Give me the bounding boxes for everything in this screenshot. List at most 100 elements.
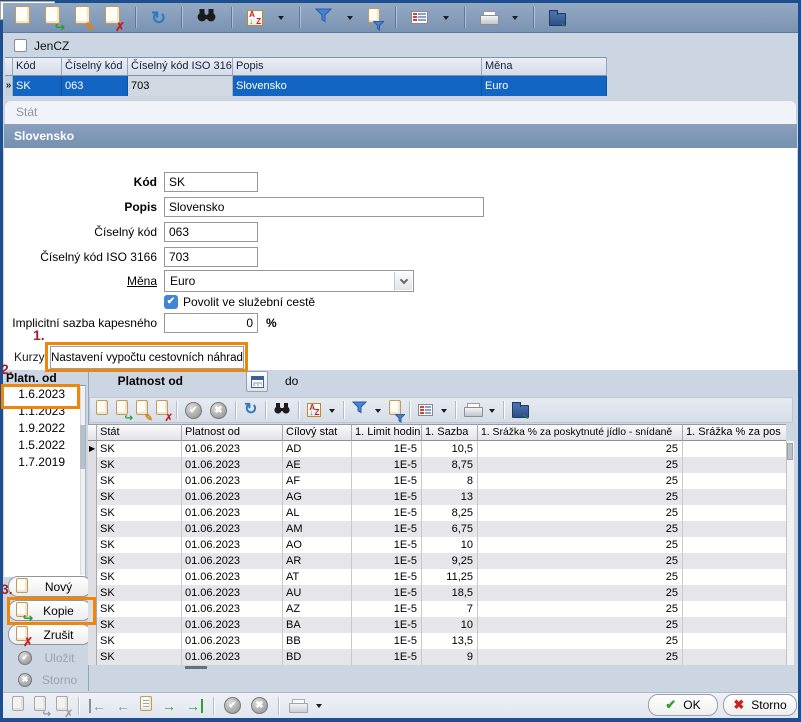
grid-row[interactable]: SK 01.06.2023 AT 1E-5 11,25 25 [88, 569, 786, 585]
ok-button[interactable]: ✔ OK [648, 694, 718, 716]
zrusit-button[interactable]: ✗ Zrušit [8, 624, 92, 645]
confirm-icon-disabled[interactable]: ✔ [224, 697, 241, 714]
column-header[interactable]: Číselný kód ISO 3166 [128, 57, 233, 76]
grid-row[interactable]: SK 01.06.2023 AR 1E-5 9,25 25 [88, 553, 786, 569]
grid-column-header[interactable]: 1. Limit hodin [352, 424, 422, 441]
sort-az-icon[interactable]: A↓Z [307, 403, 321, 417]
delete-icon[interactable]: ✗ [156, 400, 168, 420]
grid-vertical-scrollbar-thumb[interactable] [787, 443, 793, 460]
kapesne-field[interactable] [164, 313, 258, 333]
date-list-scrollbar-thumb[interactable] [80, 425, 85, 469]
filter-values-icon[interactable] [368, 8, 380, 28]
filter-dropdown-icon[interactable] [347, 16, 353, 23]
grid-column-header[interactable]: Stát [97, 424, 182, 441]
filter-icon[interactable] [315, 8, 332, 28]
storno-button-disabled[interactable]: ✖ Storno [8, 669, 92, 690]
date-list-item[interactable]: 1.7.2019 [4, 454, 85, 471]
grid-column-header[interactable]: 1. Srážka % za pos [683, 424, 786, 441]
confirm-icon-disabled[interactable]: ✔ [185, 402, 202, 419]
edit-icon[interactable]: ✎ [75, 6, 90, 29]
first-record-icon[interactable]: ← [89, 699, 106, 713]
export-icon[interactable]: → [549, 13, 566, 26]
grid-row[interactable]: SK 01.06.2023 BB 1E-5 13,5 25 [88, 633, 786, 649]
export-icon[interactable]: → [512, 405, 529, 418]
novy-button[interactable]: Nový [8, 576, 92, 597]
mena-label[interactable]: Měna [2, 271, 157, 291]
columns-icon[interactable] [411, 11, 428, 24]
columns-icon[interactable] [418, 404, 433, 416]
grid-row[interactable]: SK 01.06.2023 AG 1E-5 13 25 [88, 489, 786, 505]
ciselny-kod-field[interactable] [164, 222, 258, 242]
edit-icon[interactable]: ✎ [136, 400, 148, 420]
last-record-icon[interactable]: → [186, 699, 203, 713]
copy-icon-disabled[interactable]: ↪ [34, 696, 46, 716]
calendar-button[interactable] [246, 371, 268, 392]
print-dropdown-icon[interactable] [316, 704, 322, 711]
search-binoculars-icon[interactable] [274, 401, 290, 419]
copy-icon[interactable]: ↪ [116, 400, 128, 420]
tab-kurzy[interactable]: Kurzy [14, 350, 45, 364]
cancel-icon-disabled[interactable]: ✖ [251, 697, 268, 714]
date-list-item[interactable]: 1.9.2022 [4, 420, 85, 437]
new-icon-disabled[interactable] [12, 696, 24, 716]
filter-dropdown-icon[interactable] [375, 409, 381, 416]
grid-row[interactable]: SK 01.06.2023 AO 1E-5 10 25 [88, 537, 786, 553]
grid-row[interactable]: SK 01.06.2023 AE 1E-5 8,75 25 [88, 457, 786, 473]
iso-field[interactable] [164, 247, 258, 267]
filter-values-icon[interactable] [389, 400, 401, 420]
grid-column-header[interactable]: Platnost od [182, 424, 283, 441]
date-list-scrollbar[interactable] [80, 387, 85, 575]
sort-dropdown-icon[interactable] [329, 409, 335, 416]
popis-field[interactable] [164, 197, 484, 217]
columns-dropdown-icon[interactable] [443, 16, 449, 23]
date-list-item[interactable]: 1.5.2022 [4, 437, 85, 454]
grid-column-header[interactable]: 1. Srážka % za poskytnuté jídlo - snídan… [478, 424, 683, 441]
search-binoculars-icon[interactable] [197, 8, 216, 27]
column-header[interactable]: Kód [13, 57, 62, 76]
validity-date-list[interactable]: 1.6.20231.1.20231.9.20221.5.20221.7.2019 [4, 385, 86, 577]
grid-column-header[interactable]: 1. Sazba [422, 424, 478, 441]
grid-row[interactable]: SK 01.06.2023 AU 1E-5 18,5 25 [88, 585, 786, 601]
previous-record-icon[interactable]: ← [116, 699, 130, 713]
grid-row[interactable]: SK 01.06.2023 AF 1E-5 8 25 [88, 473, 786, 489]
delete-icon-disabled[interactable]: ✗ [56, 696, 68, 716]
delete-icon[interactable]: ✗ [105, 6, 120, 29]
grid-row[interactable]: SK 01.06.2023 AZ 1E-5 7 25 [88, 601, 786, 617]
grid-row[interactable]: SK 01.06.2023 BA 1E-5 10 25 [88, 617, 786, 633]
refresh-icon[interactable]: ↻ [151, 10, 166, 26]
grid-horizontal-scroll-grip[interactable] [185, 666, 207, 669]
cancel-icon-disabled[interactable]: ✖ [210, 402, 227, 419]
mena-dropdown-button[interactable] [394, 272, 412, 290]
grid-row[interactable]: SK 01.06.2023 AD 1E-5 10,5 25 [88, 441, 786, 457]
print-icon[interactable] [480, 11, 497, 25]
mena-combobox[interactable]: Euro [164, 270, 414, 292]
print-dropdown-icon[interactable] [489, 409, 495, 416]
print-icon[interactable] [464, 403, 481, 417]
kod-field[interactable] [164, 172, 258, 192]
column-header[interactable]: Měna [482, 57, 607, 76]
refresh-icon[interactable]: ↻ [244, 402, 257, 418]
sort-az-icon[interactable]: A↓Z [247, 10, 263, 26]
filter-icon[interactable] [352, 401, 367, 419]
record-list-icon[interactable] [140, 696, 152, 716]
grid-row[interactable]: SK 01.06.2023 BD 1E-5 9 25 [88, 649, 786, 665]
column-header[interactable]: Popis [233, 57, 482, 76]
grid-vertical-scrollbar[interactable] [786, 441, 794, 665]
grid-row[interactable]: SK 01.06.2023 AL 1E-5 8,25 25 [88, 505, 786, 521]
print-dropdown-icon[interactable] [512, 16, 518, 23]
new-icon[interactable] [96, 400, 108, 420]
copy-icon[interactable]: ↪ [45, 6, 60, 29]
sort-dropdown-icon[interactable] [278, 16, 284, 23]
ulozit-button-disabled[interactable]: ✔ Uložit [8, 647, 92, 668]
jencz-checkbox[interactable] [14, 39, 27, 52]
povolit-checkbox[interactable]: ✔ [164, 295, 178, 309]
column-header[interactable]: Číselný kód [62, 57, 128, 76]
grid-column-header[interactable]: Cílový stat [283, 424, 352, 441]
grid-row[interactable]: SK 01.06.2023 AM 1E-5 6,75 25 [88, 521, 786, 537]
columns-dropdown-icon[interactable] [441, 409, 447, 416]
next-record-icon[interactable]: → [162, 699, 176, 713]
countries-table-selected-row[interactable]: » SK 063 703 Slovensko Euro [5, 76, 607, 96]
print-icon-disabled[interactable] [289, 699, 306, 713]
storno-button[interactable]: ✖ Storno [723, 694, 797, 716]
new-icon[interactable] [15, 6, 30, 29]
